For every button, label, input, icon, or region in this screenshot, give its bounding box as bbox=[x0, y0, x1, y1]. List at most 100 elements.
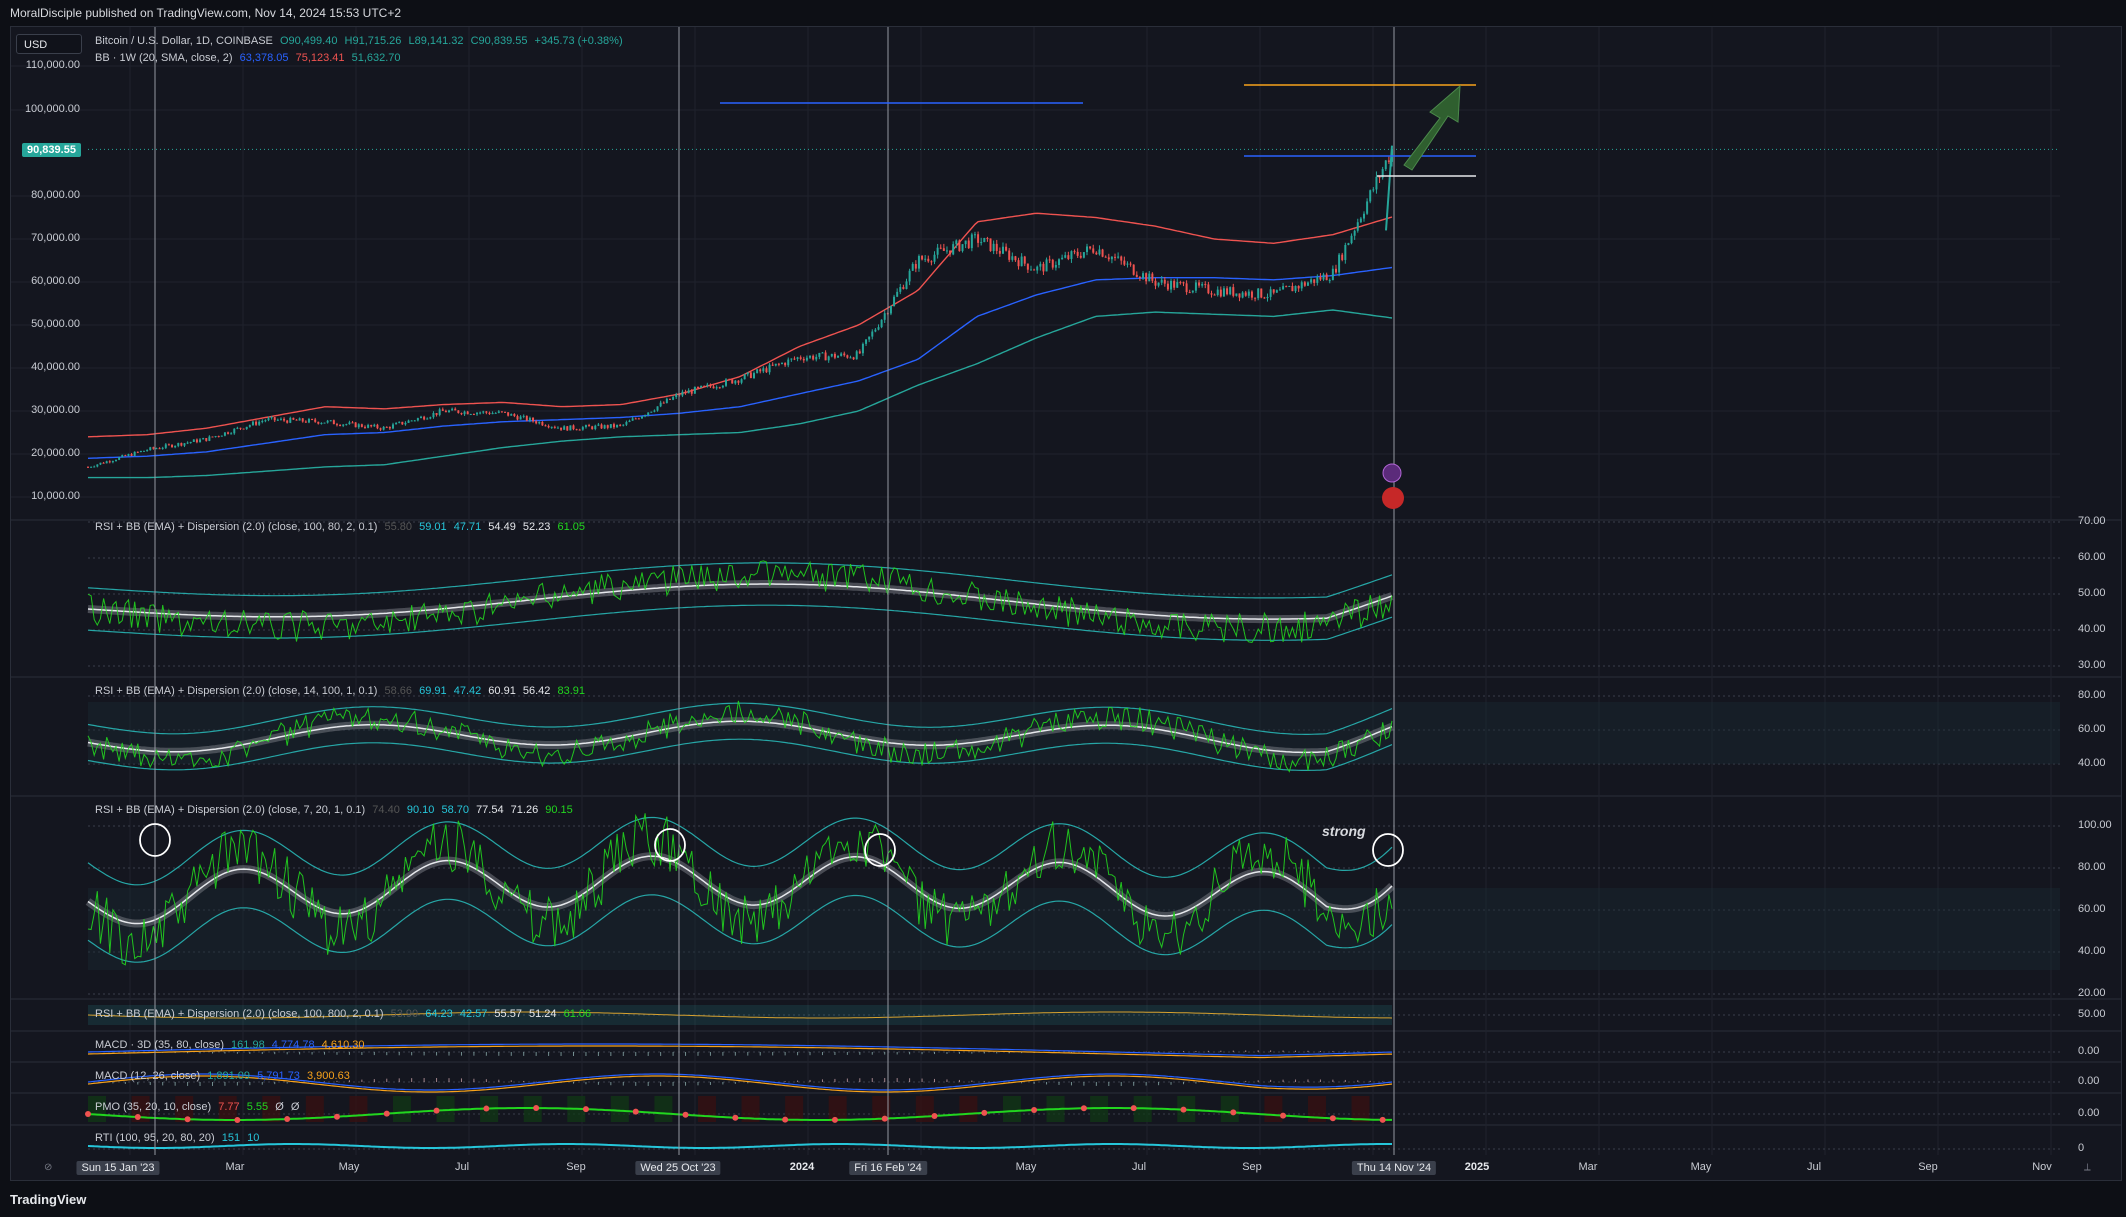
candle-body bbox=[286, 420, 289, 423]
candle-body bbox=[1356, 222, 1359, 231]
ohlc-high: H91,715.26 bbox=[344, 35, 402, 47]
candle-body bbox=[195, 439, 198, 443]
ohlc-low: L89,141.32 bbox=[408, 35, 464, 47]
indicator-tick: 60.00 bbox=[2078, 551, 2106, 563]
candle-body bbox=[986, 237, 989, 239]
candle-body bbox=[774, 363, 777, 366]
candle-body bbox=[1210, 293, 1213, 295]
currency-button[interactable]: USD bbox=[16, 34, 82, 54]
candle-body bbox=[693, 386, 696, 394]
candle-body bbox=[504, 411, 507, 413]
price-tick: 80,000.00 bbox=[31, 189, 80, 201]
candle-body bbox=[650, 411, 653, 413]
rsi4-v0: 53.90 bbox=[390, 1008, 419, 1020]
pmo-bg-block bbox=[697, 1096, 716, 1122]
candle-body bbox=[715, 387, 718, 389]
time-tick: Mar bbox=[225, 1161, 245, 1173]
candle-body bbox=[1033, 269, 1036, 271]
pmo-dot bbox=[1379, 1116, 1386, 1123]
candle-body bbox=[1362, 213, 1365, 219]
time-tick: Jul bbox=[454, 1161, 470, 1173]
candle-body bbox=[217, 436, 220, 438]
macd1-v1: 161.98 bbox=[231, 1039, 265, 1051]
candle-body bbox=[376, 424, 379, 429]
pmo-bg-block bbox=[349, 1096, 368, 1122]
candle-body bbox=[407, 420, 410, 423]
candle-body bbox=[267, 418, 270, 421]
candle-body bbox=[731, 379, 734, 384]
candle-body bbox=[1057, 259, 1060, 265]
pmo-dot bbox=[981, 1109, 988, 1116]
candle-body bbox=[759, 369, 762, 372]
price-tick: 20,000.00 bbox=[31, 447, 80, 459]
candle-body bbox=[357, 424, 360, 428]
candle-body bbox=[927, 258, 930, 262]
bb-lower-line bbox=[88, 309, 1393, 479]
candle-body bbox=[1079, 255, 1082, 258]
indicator-tick: 0.00 bbox=[2078, 1045, 2100, 1057]
candle-body bbox=[227, 432, 230, 434]
rti-legend: RTI (100, 95, 20, 80, 20) 151 10 bbox=[95, 1132, 263, 1144]
upper-band bbox=[87, 816, 1393, 886]
candle-body bbox=[1095, 252, 1098, 255]
candle-body bbox=[964, 240, 967, 245]
candle-body bbox=[560, 427, 563, 430]
candle-body bbox=[124, 455, 127, 457]
candle-body bbox=[893, 296, 896, 307]
candle-body bbox=[818, 352, 821, 357]
pmo-dot bbox=[881, 1115, 888, 1122]
candle-body bbox=[251, 421, 254, 426]
candle-body bbox=[1359, 218, 1362, 223]
candle-body bbox=[373, 424, 376, 427]
candle-body bbox=[665, 398, 668, 404]
candle-body bbox=[233, 428, 236, 434]
candle-body bbox=[304, 421, 307, 423]
candle-body bbox=[363, 426, 366, 428]
candle-body bbox=[830, 353, 833, 357]
rsi4-legend: RSI + BB (EMA) + Dispersion (2.0) (close… bbox=[95, 1008, 595, 1020]
candle-body bbox=[538, 421, 541, 424]
zoom-out-icon[interactable]: ⊘ bbox=[44, 1162, 52, 1173]
candle-body bbox=[174, 445, 177, 448]
candle-body bbox=[1026, 263, 1029, 270]
candle-body bbox=[413, 420, 416, 422]
pmo-bg-block bbox=[610, 1096, 629, 1122]
candle-body bbox=[1154, 280, 1157, 286]
indicator-tick: 100.00 bbox=[2078, 819, 2112, 831]
macd2-v2: 5,791.73 bbox=[257, 1070, 300, 1082]
candle-body bbox=[1120, 256, 1123, 261]
candle-body bbox=[1226, 288, 1229, 295]
candle-body bbox=[631, 418, 634, 421]
candle-body bbox=[298, 418, 301, 421]
candle-body bbox=[289, 417, 292, 423]
zoom-in-icon[interactable]: ⟂ bbox=[2084, 1162, 2091, 1173]
candle-body bbox=[410, 420, 413, 422]
price-tick: 100,000.00 bbox=[24, 103, 80, 115]
rsi3-v2: 58.70 bbox=[441, 804, 469, 816]
candle-body bbox=[1204, 284, 1207, 286]
candle-body bbox=[488, 412, 491, 415]
candle-body bbox=[1188, 292, 1191, 294]
rti-label: RTI (100, 95, 20, 80, 20) bbox=[95, 1132, 215, 1144]
candle-body bbox=[899, 287, 902, 292]
rti-line bbox=[87, 1143, 1392, 1149]
candle-body bbox=[189, 441, 192, 443]
candle-body bbox=[441, 409, 444, 411]
bb-basis-value: 63,378.05 bbox=[239, 52, 289, 64]
symbol-title: Bitcoin / U.S. Dollar, 1D, COINBASE bbox=[95, 35, 273, 47]
pmo-legend: PMO (35, 20, 10, close) 7.77 5.55 Ø Ø bbox=[95, 1101, 303, 1113]
rsi3-v0: 74.40 bbox=[372, 804, 400, 816]
rsi3-v1: 90.10 bbox=[406, 804, 435, 816]
rsi1-v4: 52.23 bbox=[522, 521, 551, 533]
candle-body bbox=[883, 313, 886, 320]
candle-body bbox=[96, 464, 99, 467]
candle-body bbox=[1039, 263, 1042, 267]
candle-body bbox=[1117, 256, 1120, 258]
candle-body bbox=[609, 424, 612, 428]
candle-body bbox=[311, 418, 314, 420]
candle-body bbox=[815, 356, 818, 360]
candle-body bbox=[1338, 254, 1341, 273]
candle-body bbox=[556, 427, 559, 429]
candle-body bbox=[248, 425, 251, 427]
candle-body bbox=[824, 352, 827, 361]
